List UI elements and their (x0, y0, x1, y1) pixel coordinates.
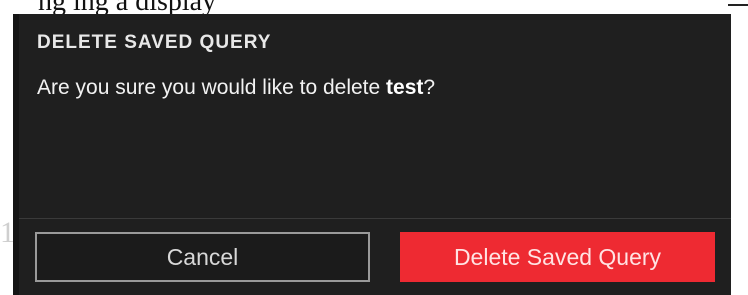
background-line-number: 1 (0, 216, 15, 249)
message-suffix: ? (423, 76, 436, 99)
cancel-button[interactable]: Cancel (35, 232, 370, 282)
dialog-divider (19, 218, 731, 219)
query-name: test (386, 76, 424, 99)
background-divider (728, 4, 748, 6)
delete-saved-query-dialog: DELETE SAVED QUERY Are you sure you woul… (19, 14, 731, 295)
dialog-title: DELETE SAVED QUERY (37, 32, 272, 53)
dialog-message: Are you sure you would like to delete te… (37, 76, 435, 100)
delete-saved-query-button[interactable]: Delete Saved Query (400, 232, 715, 282)
message-prefix: Are you sure you would like to delete (37, 76, 387, 99)
